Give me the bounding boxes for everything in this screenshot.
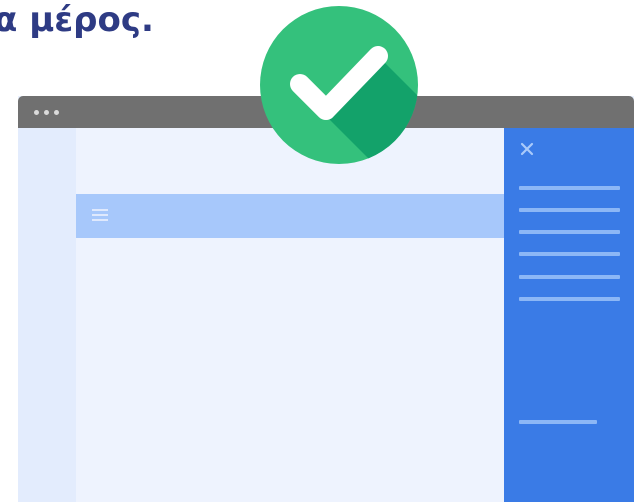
page-heading: α μέρος.	[0, 0, 154, 40]
hamburger-menu-icon[interactable]	[92, 209, 108, 223]
checkmark-badge-icon	[260, 6, 418, 164]
panel-menu-line[interactable]	[519, 297, 620, 301]
panel-menu-line[interactable]	[519, 230, 620, 234]
window-control-dot[interactable]	[44, 110, 49, 115]
window-control-dot[interactable]	[34, 110, 39, 115]
highlighted-header-bar	[76, 194, 504, 238]
panel-menu-line[interactable]	[519, 275, 620, 279]
window-control-dot[interactable]	[54, 110, 59, 115]
panel-menu-line[interactable]	[519, 186, 620, 190]
page-content-area	[76, 128, 504, 502]
close-icon[interactable]	[520, 142, 534, 156]
panel-menu-line[interactable]	[519, 252, 620, 256]
side-navigation-panel	[504, 128, 634, 502]
panel-menu-line[interactable]	[519, 420, 597, 424]
page-left-margin	[18, 128, 76, 502]
panel-menu-line[interactable]	[519, 208, 620, 212]
